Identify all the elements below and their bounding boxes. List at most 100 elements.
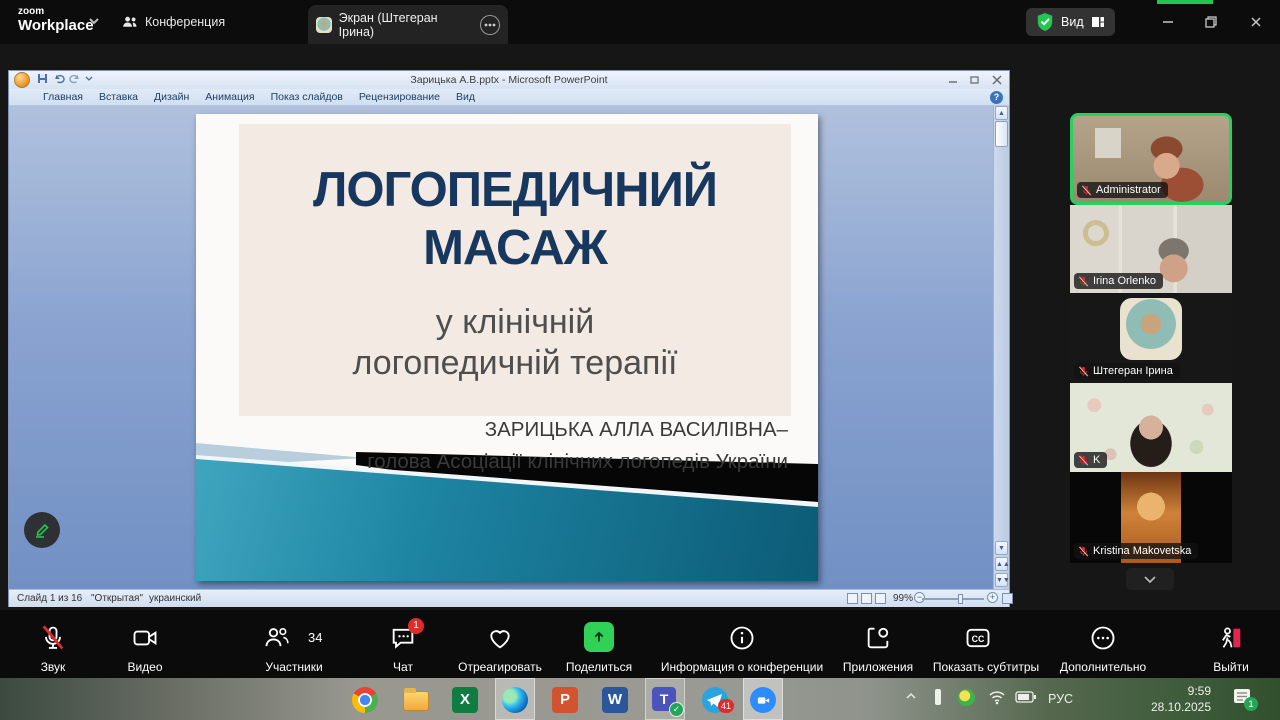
ppt-restore-button[interactable] — [969, 75, 981, 88]
meeting-info-button[interactable]: Информация о конференции — [648, 622, 836, 674]
participants-icon — [265, 627, 289, 647]
scroll-up-button[interactable]: ▲ — [995, 106, 1008, 120]
powerpoint-icon[interactable]: P — [552, 687, 578, 713]
language-indicator[interactable]: РУС — [1048, 692, 1073, 706]
ribbon-tab-view[interactable]: Вид — [456, 91, 475, 103]
normal-view-button[interactable] — [847, 593, 858, 604]
video-tile-k[interactable]: K — [1070, 383, 1232, 472]
notification-badge: 1 — [1244, 697, 1258, 711]
zoom-slider[interactable] — [922, 594, 984, 604]
captions-button[interactable]: CC Показать субтитры — [922, 622, 1050, 674]
vertical-scrollbar[interactable]: ▲ ▼ ▲▲ ▼▼ — [993, 106, 1009, 589]
video-tile-irina-orlenko[interactable]: Irina Orlenko — [1070, 205, 1232, 293]
apps-button[interactable]: Приложения — [838, 622, 918, 674]
battery-icon[interactable] — [1015, 691, 1037, 703]
wifi-icon[interactable] — [988, 689, 1006, 705]
muted-mic-icon — [1079, 365, 1089, 376]
audio-label: Звук — [40, 660, 66, 674]
excel-icon[interactable]: X — [452, 687, 478, 713]
word-icon[interactable]: W — [602, 687, 628, 713]
video-tile-kristina-makovetska[interactable]: Kristina Makovetska — [1070, 472, 1232, 563]
view-button[interactable]: Вид — [1026, 8, 1115, 36]
chevron-down-icon[interactable] — [88, 17, 100, 25]
office-button[interactable] — [14, 72, 30, 88]
edge-icon[interactable] — [502, 687, 528, 713]
slide-subtitle-line1: у клінічній — [435, 303, 595, 341]
reactions-label: Отреагировать — [458, 660, 542, 674]
video-label: Видео — [127, 660, 163, 674]
taskbar-time: 9:59 — [1187, 684, 1211, 698]
ppt-minimize-button[interactable] — [947, 75, 959, 88]
window-minimize-button[interactable] — [1160, 14, 1176, 30]
slideshow-view-button[interactable] — [875, 593, 886, 604]
annotate-button[interactable] — [24, 512, 60, 548]
ppt-status-bar: Слайд 1 из 16 "Открытая" украинский 99% … — [9, 589, 1013, 607]
window-maximize-button[interactable] — [1203, 14, 1219, 30]
redo-icon[interactable] — [69, 73, 81, 87]
participant-name: K — [1093, 454, 1101, 466]
telegram-icon[interactable]: 41 — [702, 687, 735, 713]
slide: ЛОГОПЕДИЧНИЙ МАСАЖ у клінічній логопедич… — [196, 114, 818, 581]
participant-name-badge: K — [1074, 452, 1108, 468]
video-tile-shtegeran-irina[interactable]: Штегеран Ірина — [1070, 293, 1232, 383]
save-icon[interactable] — [37, 73, 48, 87]
participant-avatar — [1120, 298, 1182, 360]
chat-button[interactable]: 1 Чат — [374, 618, 432, 674]
file-explorer-icon[interactable] — [403, 687, 429, 713]
tab-meeting[interactable]: Конференция — [122, 8, 225, 36]
video-tile-administrator[interactable]: Administrator — [1070, 113, 1232, 205]
previous-slide-button[interactable]: ▲▲ — [995, 557, 1009, 571]
gallery-scroll-down-button[interactable] — [1126, 568, 1174, 590]
participants-icon — [123, 16, 137, 27]
active-share-indicator — [1157, 0, 1213, 4]
zoom-slider-thumb[interactable] — [958, 594, 963, 604]
ribbon-tab-insert[interactable]: Вставка — [99, 91, 138, 103]
svg-text:CC: CC — [972, 634, 985, 644]
tab-more-icon[interactable] — [480, 14, 500, 35]
undo-icon[interactable] — [53, 73, 65, 87]
participant-name: Administrator — [1096, 184, 1161, 196]
help-icon[interactable]: ? — [990, 91, 1003, 104]
ribbon-tab-animations[interactable]: Анимация — [205, 91, 254, 103]
scroll-down-button[interactable]: ▼ — [995, 541, 1008, 555]
antivirus-icon[interactable] — [958, 689, 975, 706]
participant-name-badge: Kristina Makovetska — [1074, 543, 1199, 559]
next-slide-button[interactable]: ▼▼ — [995, 573, 1009, 587]
zoom-in-button[interactable]: + — [987, 592, 998, 603]
share-screen-button[interactable]: Поделиться — [552, 622, 646, 674]
slide-title-line1: ЛОГОПЕДИЧНИЙ — [312, 163, 718, 217]
slide-sorter-view-button[interactable] — [861, 593, 872, 604]
window-close-button[interactable] — [1248, 14, 1264, 30]
zoom-top-bar: zoom Workplace Конференция Экран (Штегер… — [0, 0, 1280, 44]
slide-author-line2: голова Асоціації клінічних логопедів Укр… — [367, 449, 788, 473]
tray-expand-icon[interactable] — [905, 691, 917, 701]
ppt-title-bar: Зарицька А.В.pptx - Microsoft PowerPoint — [9, 71, 1009, 89]
zoom-app-icon[interactable] — [750, 687, 776, 713]
taskbar-clock[interactable]: 9:59 28.10.2025 — [1135, 683, 1211, 715]
tab-screen-share[interactable]: Экран (Штегеран Ірина) — [308, 5, 508, 44]
video-button[interactable]: Видео — [112, 622, 178, 674]
leave-button[interactable]: Выйти — [1196, 622, 1266, 674]
notification-center-icon[interactable]: 1 — [1232, 687, 1258, 712]
usb-device-icon[interactable] — [932, 687, 944, 707]
qat-dropdown-icon[interactable] — [85, 73, 93, 86]
fit-to-window-button[interactable] — [1002, 593, 1013, 604]
chat-label: Чат — [393, 660, 413, 674]
language-indicator[interactable]: украинский — [149, 593, 201, 604]
more-button[interactable]: Дополнительно — [1048, 622, 1158, 674]
audio-button[interactable]: Звук — [22, 622, 84, 674]
ribbon-tab-design[interactable]: Дизайн — [154, 91, 189, 103]
chat-badge: 1 — [408, 618, 424, 634]
telegram-badge: 41 — [718, 699, 735, 713]
teams-icon[interactable]: T ✓ — [652, 687, 684, 717]
scrollbar-thumb[interactable] — [995, 121, 1008, 147]
teams-status-badge: ✓ — [669, 702, 684, 717]
chrome-icon[interactable] — [352, 687, 378, 713]
participants-button[interactable]: 34 Участники — [252, 622, 336, 674]
reactions-button[interactable]: Отреагировать — [446, 622, 554, 674]
more-label: Дополнительно — [1059, 660, 1147, 674]
ribbon-tab-home[interactable]: Главная — [43, 91, 83, 103]
ribbon-tab-review[interactable]: Рецензирование — [359, 91, 440, 103]
ribbon-tab-slideshow[interactable]: Показ слайдов — [271, 91, 343, 103]
ppt-close-button[interactable] — [991, 75, 1003, 88]
